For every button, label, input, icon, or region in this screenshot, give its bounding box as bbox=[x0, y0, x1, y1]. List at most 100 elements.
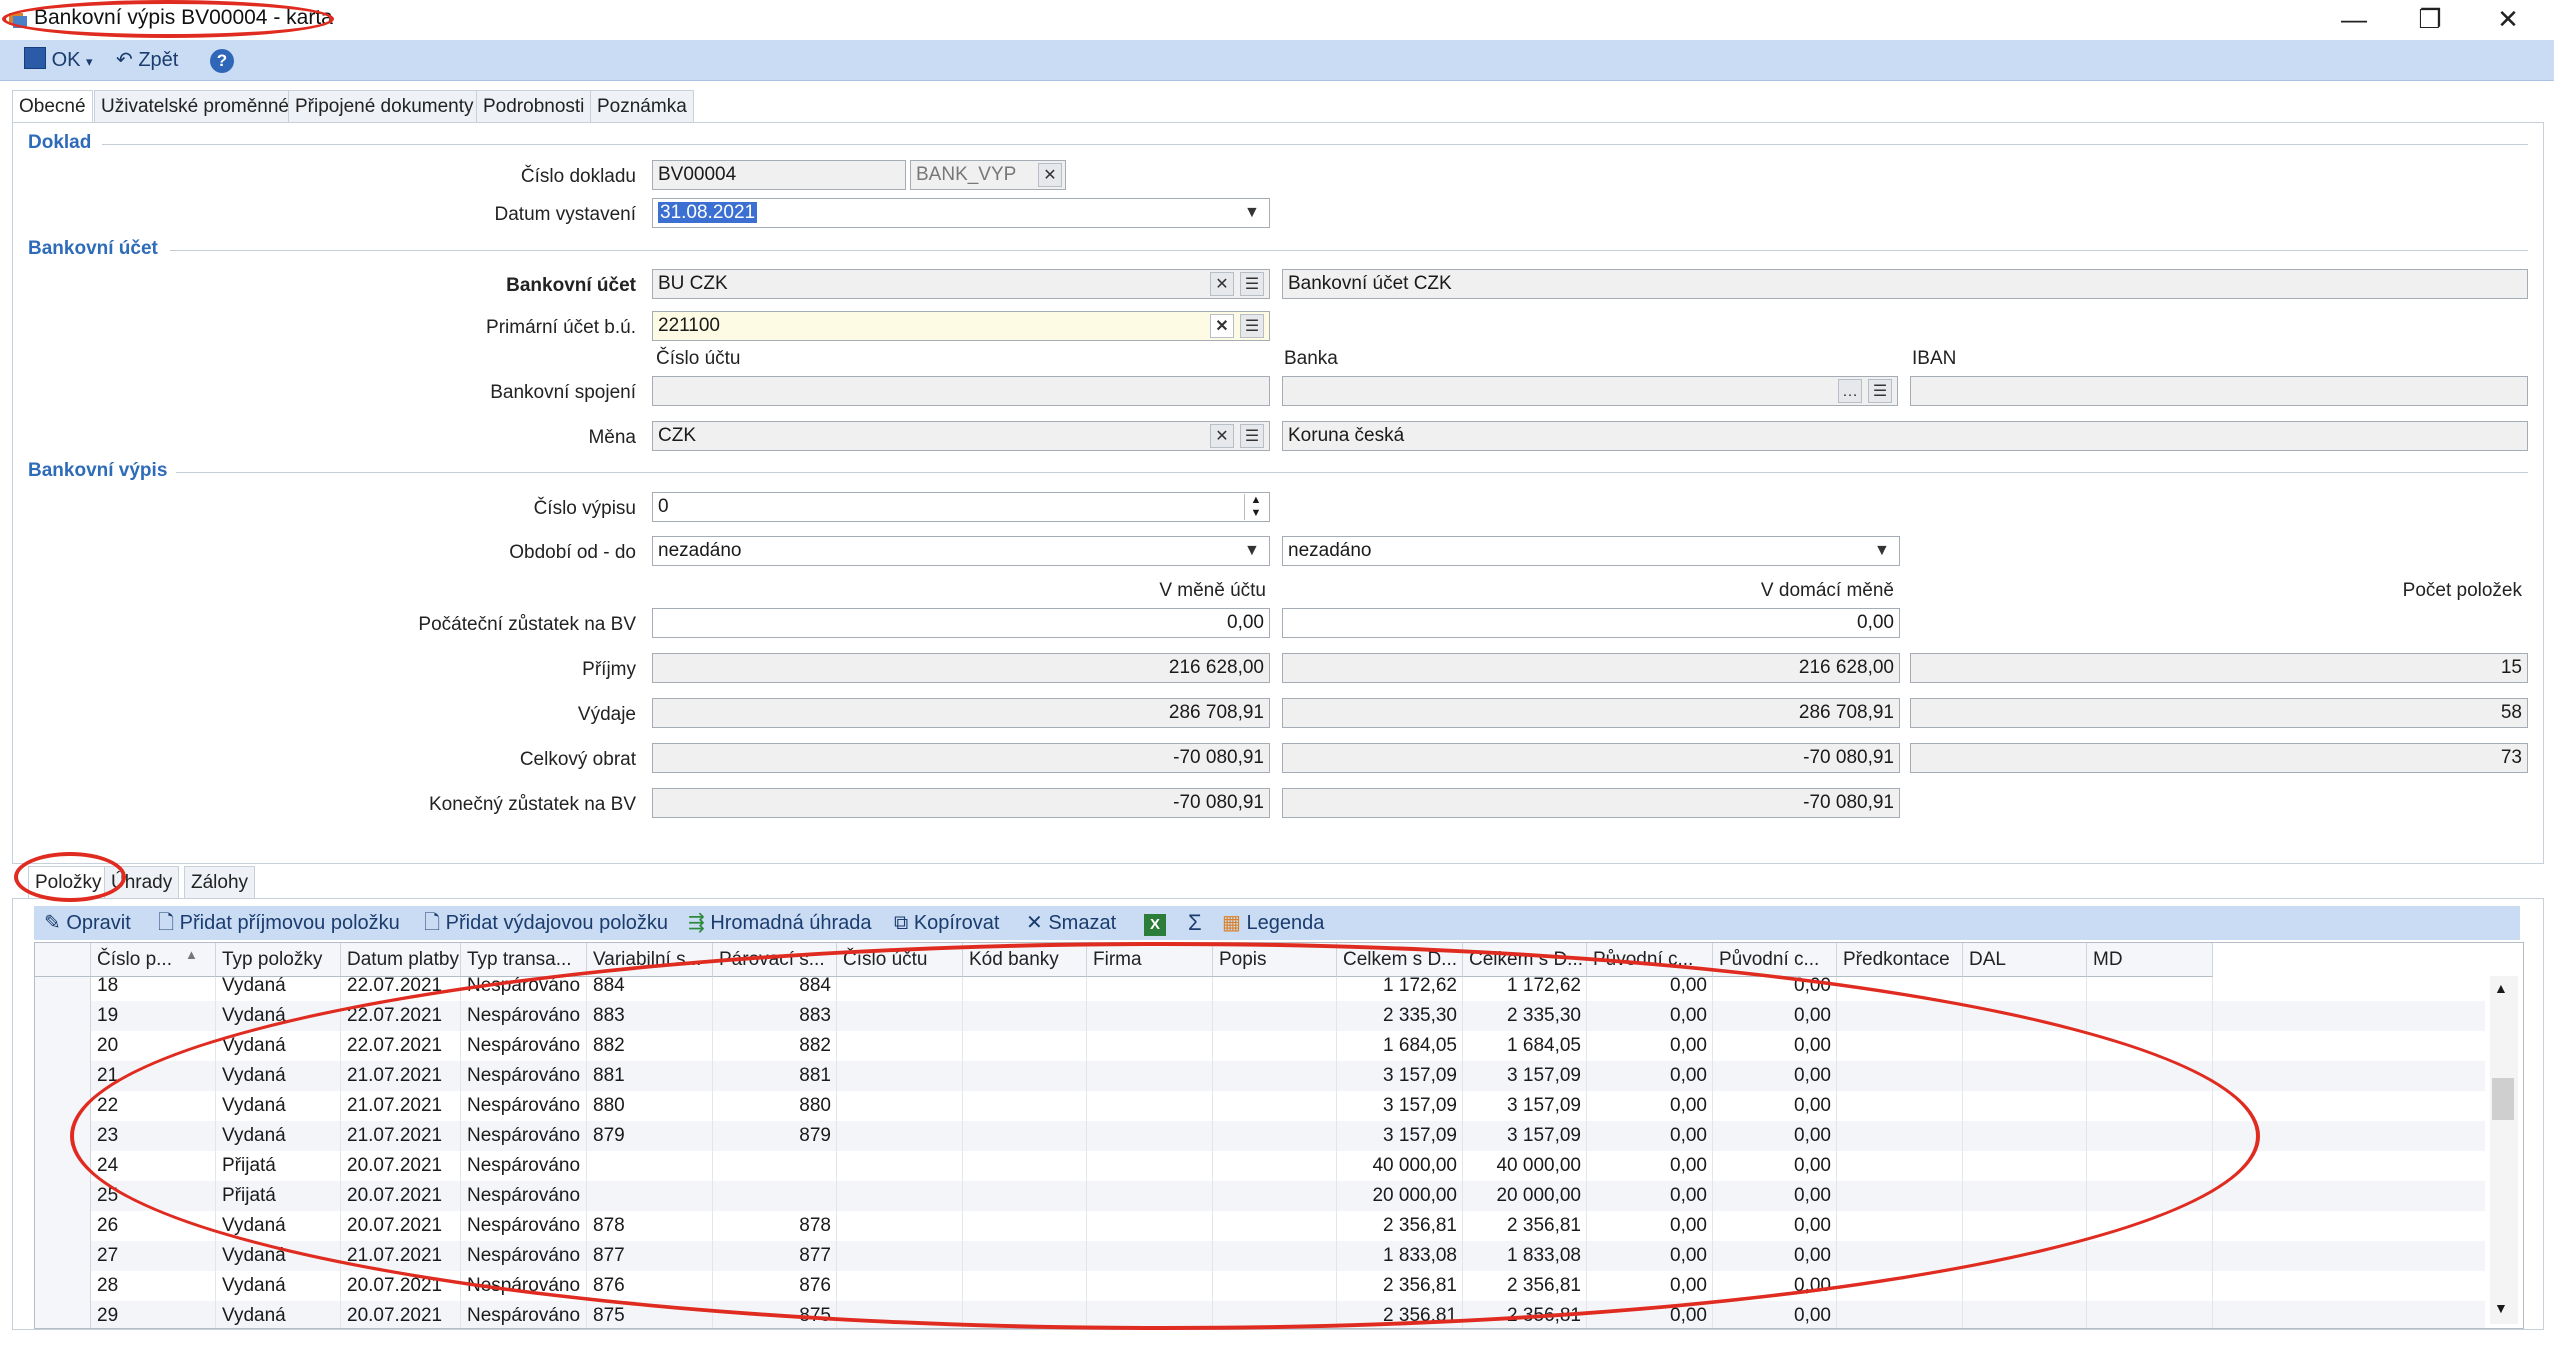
add-income-button[interactable]: 🗋 Přidat příjmovou položku bbox=[158, 910, 400, 936]
cislo-dokladu-field[interactable]: BV00004 bbox=[652, 160, 906, 190]
mena-label: Měna bbox=[588, 427, 636, 448]
more-icon[interactable]: … bbox=[1838, 379, 1862, 403]
edit-button[interactable]: ✎ Opravit bbox=[44, 910, 131, 936]
clear-icon[interactable]: ✕ bbox=[1210, 424, 1234, 448]
back-button[interactable]: ↶ Zpět bbox=[116, 46, 196, 74]
legend-button[interactable]: ▦ Legenda bbox=[1222, 910, 1324, 936]
iban-field[interactable] bbox=[1910, 376, 2528, 406]
mena-name-field[interactable]: Koruna česká bbox=[1282, 421, 2528, 451]
annotation-oval-grid bbox=[70, 942, 2260, 1330]
stepper-icon[interactable]: ▲ ▼ bbox=[1244, 494, 1267, 520]
cislo-uctu-field[interactable] bbox=[652, 376, 1270, 406]
tab-obecne[interactable]: Obecné bbox=[12, 90, 93, 123]
col-domaci-mena-label: V domácí měně bbox=[1760, 580, 1894, 601]
excel-icon: X bbox=[1144, 914, 1166, 936]
grid-scrollbar[interactable]: ▲ ▼ bbox=[2490, 976, 2518, 1324]
list-icon[interactable]: ☰ bbox=[1240, 272, 1264, 296]
tab-zalohy[interactable]: Zálohy bbox=[184, 866, 256, 899]
row-selector[interactable] bbox=[35, 1061, 91, 1091]
section-bankovni-ucet: Bankovní účet bbox=[28, 238, 158, 259]
vydaje-pocet: 58 bbox=[1910, 698, 2528, 728]
cislo-vypisu-field[interactable]: 0 bbox=[652, 492, 1270, 522]
close-button[interactable]: ✕ bbox=[2470, 0, 2546, 40]
row-selector[interactable] bbox=[35, 1211, 91, 1241]
row-selector[interactable] bbox=[35, 1031, 91, 1061]
sort-asc-icon: ▲ bbox=[185, 947, 198, 962]
iban-label: IBAN bbox=[1912, 348, 1957, 369]
copy-button[interactable]: ⧉ Kopírovat bbox=[894, 910, 999, 936]
legend-icon: ▦ bbox=[1222, 912, 1241, 934]
primarni-ucet-label: Primární účet b.ú. bbox=[486, 317, 636, 338]
tab-poznamka[interactable]: Poznámka bbox=[590, 90, 694, 123]
celkovy-obrat-pocet: 73 bbox=[1910, 743, 2528, 773]
vydaje-domaci: 286 708,91 bbox=[1282, 698, 1900, 728]
prijmy-domaci: 216 628,00 bbox=[1282, 653, 1900, 683]
delete-button[interactable]: ✕ Smazat bbox=[1026, 910, 1116, 936]
scroll-down-icon[interactable]: ▼ bbox=[2494, 1300, 2508, 1316]
pocatecni-zustatek-label: Počáteční zůstatek na BV bbox=[418, 614, 636, 635]
sum-button[interactable]: Σ bbox=[1188, 910, 1202, 936]
scroll-thumb[interactable] bbox=[2492, 1078, 2514, 1120]
table-cell bbox=[1837, 1301, 1963, 1328]
primarni-ucet-field[interactable]: 221100 bbox=[652, 311, 1270, 341]
konecny-zustatek-label: Konečný zůstatek na BV bbox=[428, 794, 636, 815]
pocatecni-zustatek-ucet[interactable]: 0,00 bbox=[652, 608, 1270, 638]
prijmy-pocet: 15 bbox=[1910, 653, 2528, 683]
tab-podrobnosti[interactable]: Podrobnosti bbox=[476, 90, 592, 123]
datum-value: 31.08.2021 bbox=[658, 202, 758, 223]
obdobi-od-select[interactable]: nezadáno bbox=[652, 536, 1270, 566]
obdobi-do-select[interactable]: nezadáno bbox=[1282, 536, 1900, 566]
divider bbox=[102, 144, 2528, 145]
chevron-down-icon[interactable]: ▼ bbox=[1244, 204, 1260, 222]
row-selector[interactable] bbox=[35, 1181, 91, 1211]
col-pocet-polozek-label: Počet položek bbox=[2402, 580, 2522, 601]
ok-button[interactable]: OK ▾ bbox=[24, 46, 114, 74]
section-doklad: Doklad bbox=[28, 132, 92, 153]
chevron-down-icon[interactable]: ▼ bbox=[1244, 542, 1260, 560]
datum-vystaveni-field[interactable]: 31.08.2021 bbox=[652, 198, 1270, 228]
tab-pripojene-dokumenty[interactable]: Připojené dokumenty bbox=[288, 90, 481, 123]
excel-export-button[interactable]: X bbox=[1144, 910, 1166, 936]
mena-field[interactable]: CZK bbox=[652, 421, 1270, 451]
chevron-down-icon[interactable]: ▼ bbox=[1874, 542, 1890, 560]
pocatecni-zustatek-domaci[interactable]: 0,00 bbox=[1282, 608, 1900, 638]
bankovni-ucet-field[interactable]: BU CZK bbox=[652, 269, 1270, 299]
undo-icon: ↶ bbox=[116, 49, 133, 71]
table-cell: Vydaná bbox=[222, 1305, 286, 1326]
clear-icon[interactable]: ✕ bbox=[1210, 314, 1234, 338]
celkovy-obrat-domaci: -70 080,91 bbox=[1282, 743, 1900, 773]
table-cell: Vydaná bbox=[222, 1275, 286, 1296]
celkovy-obrat-ucet: -70 080,91 bbox=[652, 743, 1270, 773]
title-bar: Bankovní výpis BV00004 - karta — ❐ ✕ bbox=[0, 0, 2554, 40]
banka-field[interactable] bbox=[1282, 376, 1898, 406]
bankovni-ucet-name-field[interactable]: Bankovní účet CZK bbox=[1282, 269, 2528, 299]
help-button[interactable]: ? bbox=[210, 46, 238, 74]
row-selector[interactable] bbox=[35, 1001, 91, 1031]
table-cell bbox=[2087, 1301, 2213, 1328]
row-selector[interactable] bbox=[35, 1301, 91, 1328]
tab-uzivatelske-promenne[interactable]: Uživatelské proměnné bbox=[94, 90, 296, 123]
clear-icon[interactable]: ✕ bbox=[1210, 272, 1234, 296]
scroll-up-icon[interactable]: ▲ bbox=[2494, 980, 2508, 996]
row-selector-header bbox=[35, 943, 91, 977]
list-icon[interactable]: ☰ bbox=[1240, 424, 1264, 448]
bulk-payment-button[interactable]: ⇶ Hromadná úhrada bbox=[688, 910, 872, 936]
row-selector[interactable] bbox=[35, 1271, 91, 1301]
clear-icon[interactable]: ✕ bbox=[1038, 163, 1062, 187]
list-icon[interactable]: ☰ bbox=[1240, 314, 1264, 338]
minimize-button[interactable]: — bbox=[2316, 0, 2392, 40]
add-expense-button[interactable]: 🗋 Přidat výdajovou položku bbox=[424, 910, 668, 936]
row-selector[interactable] bbox=[35, 1241, 91, 1271]
add-income-label: Přidat příjmovou položku bbox=[179, 912, 400, 934]
document-icon: 🗋 bbox=[424, 912, 441, 934]
back-label: Zpět bbox=[138, 49, 179, 71]
list-icon[interactable]: ☰ bbox=[1868, 379, 1892, 403]
restore-button[interactable]: ❐ bbox=[2392, 0, 2468, 40]
delete-icon: ✕ bbox=[1026, 912, 1043, 934]
copy-icon: ⧉ bbox=[894, 912, 909, 934]
document-icon: 🗋 bbox=[158, 912, 175, 934]
konecny-zustatek-ucet: -70 080,91 bbox=[652, 788, 1270, 818]
copy-label: Kopírovat bbox=[913, 912, 1000, 934]
table-cell: Vydaná bbox=[222, 975, 286, 996]
table-cell: 19 bbox=[97, 1005, 119, 1026]
